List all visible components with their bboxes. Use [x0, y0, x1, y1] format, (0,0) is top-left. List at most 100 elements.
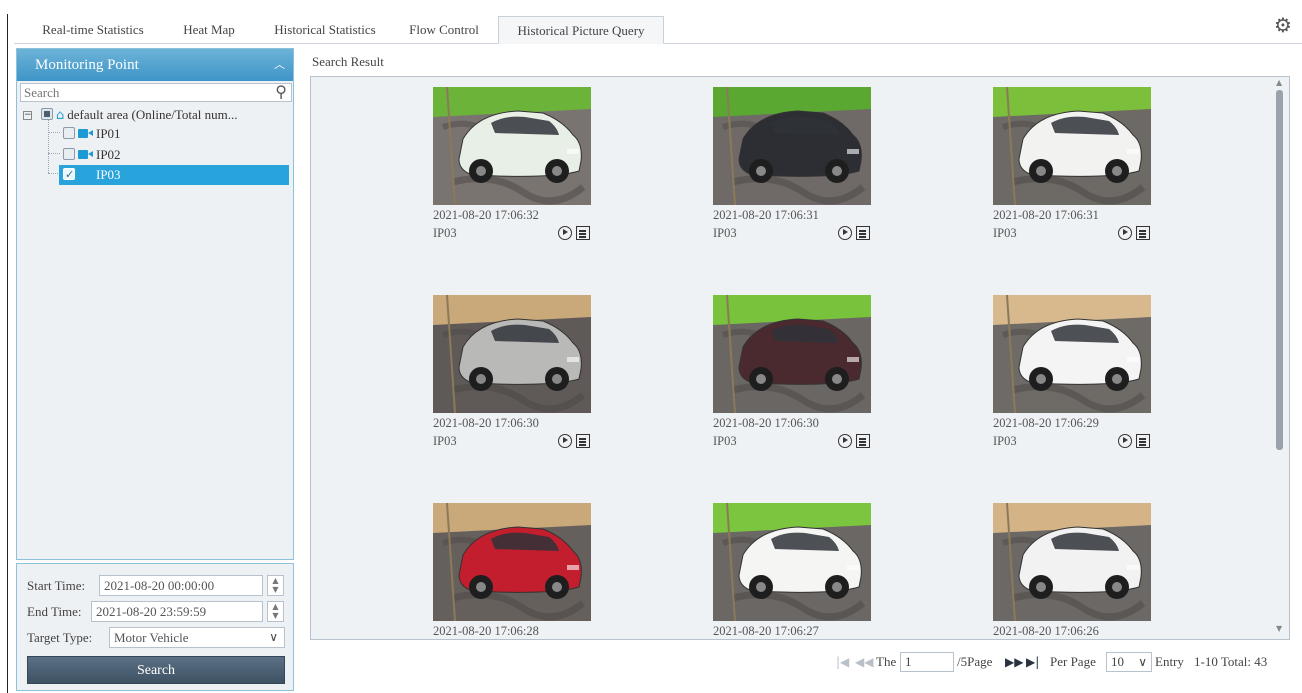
start-time-field[interactable]: 2021-08-20 00:00:00: [99, 575, 263, 596]
snapshot-thumbnail[interactable]: [713, 87, 871, 205]
result-card: 2021-08-20 17:06:31 IP03: [713, 87, 873, 247]
snapshot-channel: IP03: [713, 226, 737, 240]
snapshot-time: 2021-08-20 17:06:27: [713, 624, 819, 638]
picture-detail-icon[interactable]: [856, 434, 870, 448]
end-time-field[interactable]: 2021-08-20 23:59:59: [91, 601, 263, 622]
play-icon[interactable]: [558, 434, 572, 448]
result-card: 2021-08-20 17:06:29 IP03: [993, 295, 1153, 455]
target-type-label: Target Type:: [27, 630, 93, 645]
chevron-up-icon[interactable]: ︿: [274, 49, 285, 81]
total-pages-label: /5Page: [957, 654, 993, 669]
result-range-text: 1-10 Total: 43: [1194, 654, 1268, 669]
result-card: 2021-08-20 17:06:31 IP03: [993, 87, 1153, 247]
per-page-select[interactable]: 10 ∨: [1106, 652, 1152, 672]
channel-label: IP02: [96, 147, 121, 162]
tree-search-input[interactable]: [21, 84, 266, 101]
play-icon[interactable]: [1118, 226, 1132, 240]
play-icon[interactable]: [838, 226, 852, 240]
tree-root-area[interactable]: − ⌂ default area (Online/Total num...: [17, 105, 293, 125]
snapshot-thumbnail[interactable]: [993, 295, 1151, 413]
home-icon: ⌂: [56, 108, 65, 123]
page-the-label: The: [876, 654, 897, 669]
result-card: 2021-08-20 17:06:26IP03: [993, 503, 1153, 639]
snapshot-thumbnail[interactable]: [993, 87, 1151, 205]
tab-real-time-statistics[interactable]: Real-time Statistics: [28, 16, 158, 44]
page-number-input[interactable]: 1: [900, 652, 954, 672]
snapshot-channel: IP03: [433, 434, 457, 448]
result-card: 2021-08-20 17:06:28IP03: [433, 503, 593, 639]
end-time-label: End Time:: [27, 604, 82, 619]
picture-detail-icon[interactable]: [1136, 434, 1150, 448]
tab-historical-picture-query[interactable]: Historical Picture Query: [498, 16, 664, 44]
snapshot-time: 2021-08-20 17:06:31: [993, 208, 1099, 222]
snapshot-channel: IP03: [993, 434, 1017, 448]
tab-heat-map[interactable]: Heat Map: [169, 16, 249, 44]
result-card: 2021-08-20 17:06:30 IP03: [433, 295, 593, 455]
search-result-grid: 2021-08-20 17:06:32 IP03 2021-08-20 17:06:…: [310, 76, 1290, 640]
snapshot-thumbnail[interactable]: [713, 295, 871, 413]
play-icon[interactable]: [558, 226, 572, 240]
channel-checkbox[interactable]: [63, 165, 75, 185]
snapshot-channel: IP03: [713, 434, 737, 448]
first-page-icon[interactable]: |◀: [836, 651, 849, 673]
snapshot-thumbnail[interactable]: [993, 503, 1151, 621]
play-icon[interactable]: [1118, 434, 1132, 448]
query-filter-panel: Start Time: 2021-08-20 00:00:00 ▲ ▼ End T…: [16, 563, 294, 691]
camera-icon: [78, 150, 93, 159]
picture-detail-icon[interactable]: [856, 226, 870, 240]
collapse-toggle-icon[interactable]: −: [23, 111, 32, 120]
result-card: 2021-08-20 17:06:30 IP03: [713, 295, 873, 455]
target-type-value: Motor Vehicle: [114, 630, 189, 645]
per-page-value: 10: [1111, 654, 1124, 669]
chevron-down-icon: ∨: [269, 630, 278, 644]
prev-page-icon[interactable]: ◀◀: [855, 651, 873, 673]
start-time-label: Start Time:: [27, 578, 86, 593]
scroll-down-icon[interactable]: ▼: [1276, 624, 1282, 633]
channel-checkbox[interactable]: [63, 127, 75, 139]
end-time-stepper[interactable]: ▲ ▼: [267, 601, 284, 622]
area-checkbox[interactable]: [41, 108, 53, 120]
tree-guide-line: [48, 153, 60, 154]
area-label: default area (Online/Total num...: [67, 107, 238, 122]
channel-checkbox[interactable]: [63, 148, 75, 160]
snapshot-thumbnail[interactable]: [713, 503, 871, 621]
picture-detail-icon[interactable]: [576, 226, 590, 240]
tab-historical-statistics[interactable]: Historical Statistics: [260, 16, 390, 44]
result-scrollbar[interactable]: ▲ ▼: [1273, 78, 1288, 638]
scroll-up-icon[interactable]: ▲: [1276, 78, 1282, 87]
last-page-icon[interactable]: ▶|: [1026, 651, 1039, 673]
gear-icon[interactable]: ⚙: [1272, 14, 1294, 36]
snapshot-time: 2021-08-20 17:06:26: [993, 624, 1099, 638]
window-border: [7, 14, 8, 693]
snapshot-time: 2021-08-20 17:06:30: [433, 416, 539, 430]
tree-item-ip01[interactable]: IP01: [63, 124, 263, 144]
start-time-stepper[interactable]: ▲ ▼: [267, 575, 284, 596]
picture-detail-icon[interactable]: [576, 434, 590, 448]
play-icon[interactable]: [838, 434, 852, 448]
picture-detail-icon[interactable]: [1136, 226, 1150, 240]
snapshot-channel: IP03: [993, 226, 1017, 240]
camera-icon: [78, 129, 93, 138]
snapshot-time: 2021-08-20 17:06:32: [433, 208, 539, 222]
monitoring-point-panel: Monitoring Point ︿ ⚲ − ⌂default area (On…: [16, 48, 294, 560]
snapshot-thumbnail[interactable]: [433, 295, 591, 413]
search-button[interactable]: Search: [27, 656, 285, 684]
next-page-icon[interactable]: ▶▶: [1005, 651, 1023, 673]
result-card: 2021-08-20 17:06:27IP03: [713, 503, 873, 639]
snapshot-thumbnail[interactable]: [433, 87, 591, 205]
tree-item-ip02[interactable]: IP02: [63, 145, 263, 165]
snapshot-channel: IP03: [433, 226, 457, 240]
monitoring-point-title: Monitoring Point: [35, 57, 139, 73]
search-icon[interactable]: ⚲: [275, 82, 287, 101]
tree-item-ip03[interactable]: IP03: [59, 165, 289, 185]
snapshot-time: 2021-08-20 17:06:29: [993, 416, 1099, 430]
channel-label: IP03: [96, 167, 121, 182]
snapshot-time: 2021-08-20 17:06:31: [713, 208, 819, 222]
snapshot-thumbnail[interactable]: [433, 503, 591, 621]
tab-flow-control[interactable]: Flow Control: [398, 16, 490, 44]
snapshot-time: 2021-08-20 17:06:28: [433, 624, 539, 638]
result-card: 2021-08-20 17:06:32 IP03: [433, 87, 593, 247]
target-type-select[interactable]: Motor Vehicle ∨: [109, 627, 285, 648]
monitoring-point-header: Monitoring Point ︿: [17, 49, 293, 81]
scroll-thumb[interactable]: [1276, 90, 1283, 450]
